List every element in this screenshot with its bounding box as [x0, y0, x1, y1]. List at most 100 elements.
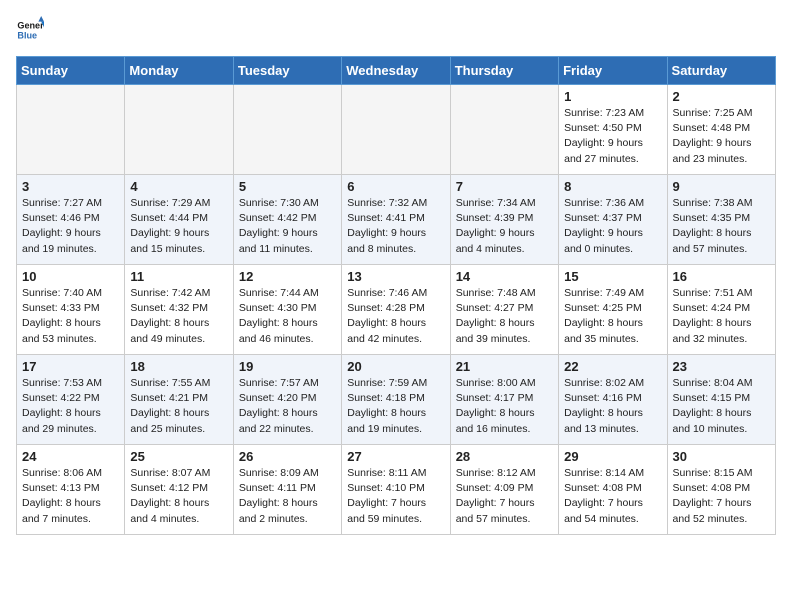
- day-detail: Sunrise: 7:42 AM Sunset: 4:32 PM Dayligh…: [130, 286, 227, 347]
- day-number: 5: [239, 179, 336, 194]
- calendar-cell: 10 Sunrise: 7:40 AM Sunset: 4:33 PM Dayli…: [17, 265, 125, 355]
- calendar-body: 1 Sunrise: 7:23 AM Sunset: 4:50 PM Daylig…: [17, 85, 776, 535]
- day-number: 1: [564, 89, 661, 104]
- weekday-header-row: SundayMondayTuesdayWednesdayThursdayFrid…: [17, 57, 776, 85]
- weekday-tuesday: Tuesday: [233, 57, 341, 85]
- calendar-cell: [125, 85, 233, 175]
- day-number: 30: [673, 449, 770, 464]
- calendar-cell: 6Sunrise: 7:32 AM Sunset: 4:41 PM Daylig…: [342, 175, 450, 265]
- day-number: 25: [130, 449, 227, 464]
- day-detail: Sunrise: 8:06 AM Sunset: 4:13 PM Dayligh…: [22, 466, 119, 527]
- calendar-week-2: 3 Sunrise: 7:27 AM Sunset: 4:46 PM Daylig…: [17, 175, 776, 265]
- day-number: 22: [564, 359, 661, 374]
- calendar-cell: 28 Sunrise: 8:12 AM Sunset: 4:09 PM Dayli…: [450, 445, 558, 535]
- day-number: 26: [239, 449, 336, 464]
- day-detail: Sunrise: 7:25 AM Sunset: 4:48 PM Dayligh…: [673, 106, 770, 167]
- day-number: 8: [564, 179, 661, 194]
- calendar-cell: 17 Sunrise: 7:53 AM Sunset: 4:22 PM Dayli…: [17, 355, 125, 445]
- calendar-cell: 8 Sunrise: 7:36 AM Sunset: 4:37 PM Daylig…: [559, 175, 667, 265]
- calendar-cell: 30 Sunrise: 8:15 AM Sunset: 4:08 PM Dayli…: [667, 445, 775, 535]
- day-number: 10: [22, 269, 119, 284]
- calendar-cell: 20 Sunrise: 7:59 AM Sunset: 4:18 PM Dayli…: [342, 355, 450, 445]
- day-detail: Sunrise: 7:29 AM Sunset: 4:44 PM Dayligh…: [130, 196, 227, 257]
- calendar-cell: 5 Sunrise: 7:30 AM Sunset: 4:42 PM Daylig…: [233, 175, 341, 265]
- calendar-week-3: 10 Sunrise: 7:40 AM Sunset: 4:33 PM Dayli…: [17, 265, 776, 355]
- day-number: 2: [673, 89, 770, 104]
- day-number: 13: [347, 269, 444, 284]
- day-number: 4: [130, 179, 227, 194]
- calendar-cell: 12 Sunrise: 7:44 AM Sunset: 4:30 PM Dayli…: [233, 265, 341, 355]
- day-detail: Sunrise: 7:55 AM Sunset: 4:21 PM Dayligh…: [130, 376, 227, 437]
- day-detail: Sunrise: 7:34 AM Sunset: 4:39 PM Dayligh…: [456, 196, 553, 257]
- calendar-cell: 25Sunrise: 8:07 AM Sunset: 4:12 PM Dayli…: [125, 445, 233, 535]
- calendar-cell: 14 Sunrise: 7:48 AM Sunset: 4:27 PM Dayli…: [450, 265, 558, 355]
- day-detail: Sunrise: 7:49 AM Sunset: 4:25 PM Dayligh…: [564, 286, 661, 347]
- calendar-cell: 13 Sunrise: 7:46 AM Sunset: 4:28 PM Dayli…: [342, 265, 450, 355]
- day-detail: Sunrise: 7:59 AM Sunset: 4:18 PM Dayligh…: [347, 376, 444, 437]
- day-number: 27: [347, 449, 444, 464]
- calendar-cell: [233, 85, 341, 175]
- day-number: 19: [239, 359, 336, 374]
- day-detail: Sunrise: 7:23 AM Sunset: 4:50 PM Dayligh…: [564, 106, 661, 167]
- day-number: 9: [673, 179, 770, 194]
- day-number: 14: [456, 269, 553, 284]
- svg-text:General: General: [17, 21, 44, 31]
- day-number: 16: [673, 269, 770, 284]
- day-number: 24: [22, 449, 119, 464]
- weekday-sunday: Sunday: [17, 57, 125, 85]
- calendar-cell: 9 Sunrise: 7:38 AM Sunset: 4:35 PM Daylig…: [667, 175, 775, 265]
- day-number: 17: [22, 359, 119, 374]
- calendar-cell: 27 Sunrise: 8:11 AM Sunset: 4:10 PM Dayli…: [342, 445, 450, 535]
- weekday-saturday: Saturday: [667, 57, 775, 85]
- calendar-cell: [17, 85, 125, 175]
- day-number: 3: [22, 179, 119, 194]
- calendar-week-5: 24 Sunrise: 8:06 AM Sunset: 4:13 PM Dayli…: [17, 445, 776, 535]
- day-detail: Sunrise: 7:38 AM Sunset: 4:35 PM Dayligh…: [673, 196, 770, 257]
- day-number: 12: [239, 269, 336, 284]
- calendar-week-1: 1 Sunrise: 7:23 AM Sunset: 4:50 PM Daylig…: [17, 85, 776, 175]
- logo: General Blue: [16, 16, 48, 44]
- day-number: 20: [347, 359, 444, 374]
- day-detail: Sunrise: 7:44 AM Sunset: 4:30 PM Dayligh…: [239, 286, 336, 347]
- calendar-cell: 16 Sunrise: 7:51 AM Sunset: 4:24 PM Dayli…: [667, 265, 775, 355]
- weekday-wednesday: Wednesday: [342, 57, 450, 85]
- weekday-friday: Friday: [559, 57, 667, 85]
- day-number: 7: [456, 179, 553, 194]
- page-header: General Blue: [16, 16, 776, 44]
- day-detail: Sunrise: 7:46 AM Sunset: 4:28 PM Dayligh…: [347, 286, 444, 347]
- day-detail: Sunrise: 8:11 AM Sunset: 4:10 PM Dayligh…: [347, 466, 444, 527]
- weekday-thursday: Thursday: [450, 57, 558, 85]
- day-detail: Sunrise: 7:30 AM Sunset: 4:42 PM Dayligh…: [239, 196, 336, 257]
- day-detail: Sunrise: 7:57 AM Sunset: 4:20 PM Dayligh…: [239, 376, 336, 437]
- calendar-table: SundayMondayTuesdayWednesdayThursdayFrid…: [16, 56, 776, 535]
- svg-text:Blue: Blue: [17, 30, 37, 40]
- day-detail: Sunrise: 7:40 AM Sunset: 4:33 PM Dayligh…: [22, 286, 119, 347]
- day-detail: Sunrise: 7:32 AM Sunset: 4:41 PM Dayligh…: [347, 196, 444, 257]
- day-detail: Sunrise: 7:53 AM Sunset: 4:22 PM Dayligh…: [22, 376, 119, 437]
- calendar-cell: [450, 85, 558, 175]
- calendar-cell: 4 Sunrise: 7:29 AM Sunset: 4:44 PM Daylig…: [125, 175, 233, 265]
- calendar-cell: 11Sunrise: 7:42 AM Sunset: 4:32 PM Dayli…: [125, 265, 233, 355]
- day-detail: Sunrise: 8:12 AM Sunset: 4:09 PM Dayligh…: [456, 466, 553, 527]
- day-detail: Sunrise: 7:51 AM Sunset: 4:24 PM Dayligh…: [673, 286, 770, 347]
- day-number: 28: [456, 449, 553, 464]
- calendar-cell: 19 Sunrise: 7:57 AM Sunset: 4:20 PM Dayli…: [233, 355, 341, 445]
- day-detail: Sunrise: 8:04 AM Sunset: 4:15 PM Dayligh…: [673, 376, 770, 437]
- day-detail: Sunrise: 7:48 AM Sunset: 4:27 PM Dayligh…: [456, 286, 553, 347]
- calendar-cell: 1 Sunrise: 7:23 AM Sunset: 4:50 PM Daylig…: [559, 85, 667, 175]
- logo-icon: General Blue: [16, 16, 44, 44]
- calendar-cell: [342, 85, 450, 175]
- calendar-cell: 2 Sunrise: 7:25 AM Sunset: 4:48 PM Daylig…: [667, 85, 775, 175]
- calendar-cell: 29Sunrise: 8:14 AM Sunset: 4:08 PM Dayli…: [559, 445, 667, 535]
- day-detail: Sunrise: 8:14 AM Sunset: 4:08 PM Dayligh…: [564, 466, 661, 527]
- day-detail: Sunrise: 7:36 AM Sunset: 4:37 PM Dayligh…: [564, 196, 661, 257]
- calendar-cell: 7 Sunrise: 7:34 AM Sunset: 4:39 PM Daylig…: [450, 175, 558, 265]
- weekday-monday: Monday: [125, 57, 233, 85]
- day-number: 21: [456, 359, 553, 374]
- day-number: 15: [564, 269, 661, 284]
- calendar-cell: 24 Sunrise: 8:06 AM Sunset: 4:13 PM Dayli…: [17, 445, 125, 535]
- calendar-cell: 23Sunrise: 8:04 AM Sunset: 4:15 PM Dayli…: [667, 355, 775, 445]
- calendar-cell: 3 Sunrise: 7:27 AM Sunset: 4:46 PM Daylig…: [17, 175, 125, 265]
- day-detail: Sunrise: 7:27 AM Sunset: 4:46 PM Dayligh…: [22, 196, 119, 257]
- day-detail: Sunrise: 8:15 AM Sunset: 4:08 PM Dayligh…: [673, 466, 770, 527]
